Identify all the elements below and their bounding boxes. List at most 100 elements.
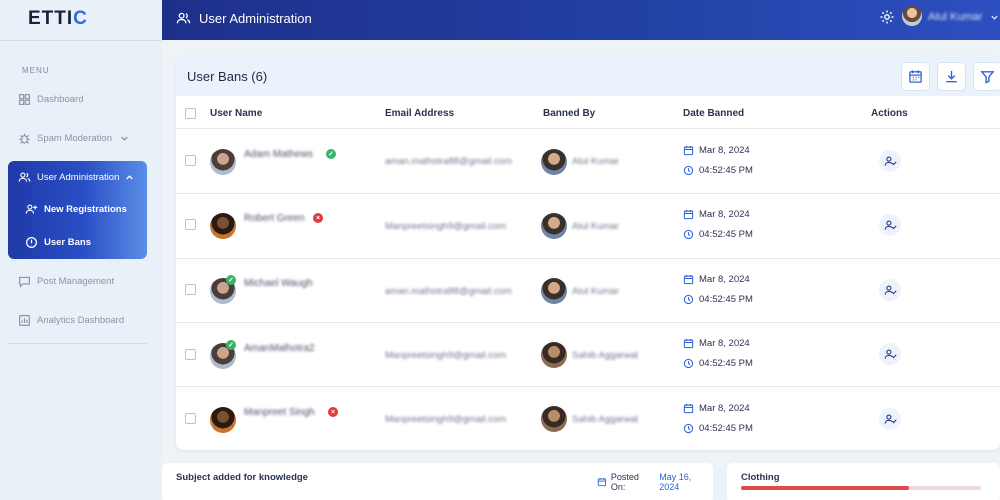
alert-circle-icon <box>25 236 38 249</box>
user-check-icon <box>884 348 897 359</box>
category-progress-bar <box>741 486 981 490</box>
calendar-icon <box>597 477 607 487</box>
category-progress-fill <box>741 486 909 490</box>
date-banned: Mar 8, 2024 <box>683 338 750 349</box>
filter-icon <box>980 71 995 84</box>
unban-user-button[interactable] <box>879 408 901 430</box>
date-banned: Mar 8, 2024 <box>683 274 750 285</box>
date-text: Mar 8, 2024 <box>699 274 750 285</box>
unban-user-button[interactable] <box>879 150 901 172</box>
sidebar-item-label: Post Management <box>37 276 115 287</box>
user-name: Manpreet Singh <box>244 407 315 418</box>
verified-icon: ✓ <box>226 340 236 350</box>
avatar <box>541 406 567 432</box>
avatar <box>541 342 567 368</box>
sidebar-item-spam-moderation[interactable]: Spam Moderation <box>18 132 129 145</box>
sidebar-item-user-bans[interactable]: User Bans <box>25 236 91 249</box>
time-text: 04:52:45 PM <box>699 294 753 305</box>
divider <box>8 343 147 344</box>
time-text: 04:52:45 PM <box>699 229 753 240</box>
top-header: User Administration Atul Kumar <box>162 0 1000 40</box>
divider <box>176 193 1000 194</box>
date-text: Mar 8, 2024 <box>699 403 750 414</box>
filter-button[interactable] <box>973 62 1000 91</box>
user-check-icon <box>884 219 897 230</box>
sidebar-item-label: Spam Moderation <box>37 133 112 144</box>
unban-user-button[interactable] <box>879 343 901 365</box>
sidebar-item-label: User Administration <box>37 172 120 183</box>
download-button[interactable] <box>937 62 966 91</box>
banned-by-name: Atul Kumar <box>572 286 619 297</box>
divider <box>176 258 1000 259</box>
verified-icon: ✓ <box>226 275 236 285</box>
calendar-button[interactable] <box>901 62 930 91</box>
column-header-banned-by[interactable]: Banned By <box>543 108 595 119</box>
gear-icon[interactable] <box>879 9 895 25</box>
divider <box>176 386 1000 387</box>
row-checkbox[interactable] <box>185 284 196 295</box>
time-banned: 04:52:45 PM <box>683 423 753 434</box>
email-address: Manpreetsingh9@gmail.com <box>385 350 507 361</box>
row-checkbox[interactable] <box>185 155 196 166</box>
column-header-user-name[interactable]: User Name <box>210 108 262 119</box>
sidebar-item-new-registrations[interactable]: New Registrations <box>25 203 127 216</box>
date-banned: Mar 8, 2024 <box>683 209 750 220</box>
unban-user-button[interactable] <box>879 214 901 236</box>
time-banned: 04:52:45 PM <box>683 229 753 240</box>
chevron-up-icon <box>126 175 134 180</box>
knowledge-post-card[interactable]: Subject added for knowledge Posted On: M… <box>162 463 713 500</box>
user-bans-panel: User Bans (6) User Name Email Address Ba… <box>176 56 1000 450</box>
sidebar-item-dashboard[interactable]: Dashboard <box>18 93 83 106</box>
date-banned: Mar 8, 2024 <box>683 145 750 156</box>
column-header-email[interactable]: Email Address <box>385 108 454 119</box>
unban-user-button[interactable] <box>879 279 901 301</box>
sidebar-item-analytics-dashboard[interactable]: Analytics Dashboard <box>18 314 124 327</box>
panel-title: User Bans (6) <box>187 69 268 84</box>
avatar <box>210 407 236 433</box>
banned-by-name: Atul Kumar <box>572 156 619 167</box>
banned-by-name: Atul Kumar <box>572 221 619 232</box>
download-icon <box>946 70 957 83</box>
clock-icon <box>683 229 694 240</box>
sidebar-group-user-administration: User Administration New Registrations Us… <box>8 161 147 259</box>
banned-icon: × <box>328 407 338 417</box>
page-title: User Administration <box>176 11 312 26</box>
avatar[interactable] <box>902 6 922 26</box>
app-logo[interactable]: ETTIC <box>28 8 88 30</box>
user-name[interactable]: Atul Kumar <box>928 11 982 23</box>
menu-title: MENU <box>22 66 50 75</box>
panel-header: User Bans (6) <box>176 56 1000 96</box>
row-checkbox[interactable] <box>185 219 196 230</box>
sidebar-item-user-administration[interactable]: User Administration <box>18 171 134 184</box>
divider <box>176 128 1000 129</box>
row-checkbox[interactable] <box>185 413 196 424</box>
banned-by-name: Sahib Aggarwal <box>572 414 639 425</box>
clock-icon <box>683 423 694 434</box>
column-header-date-banned[interactable]: Date Banned <box>683 108 744 119</box>
avatar <box>210 213 236 239</box>
avatar <box>541 213 567 239</box>
time-banned: 04:52:45 PM <box>683 358 753 369</box>
row-checkbox[interactable] <box>185 349 196 360</box>
email-address: Manpreetsingh9@gmail.com <box>385 414 507 425</box>
chevron-down-icon[interactable] <box>990 13 999 22</box>
category-card[interactable]: Clothing <box>727 463 1000 500</box>
sidebar-item-post-management[interactable]: Post Management <box>18 275 114 288</box>
calendar-icon <box>683 146 694 156</box>
page-title-text: User Administration <box>199 11 312 26</box>
user-plus-icon <box>25 204 38 214</box>
verified-icon: ✓ <box>326 149 336 159</box>
calendar-icon <box>683 339 694 349</box>
clock-icon <box>683 165 694 176</box>
user-name: Adam Mathews <box>244 149 313 160</box>
column-header-actions: Actions <box>871 108 908 119</box>
avatar <box>541 149 567 175</box>
time-text: 04:52:45 PM <box>699 165 753 176</box>
posted-date: May 16, 2024 <box>659 472 692 492</box>
user-check-icon <box>884 413 897 424</box>
select-all-checkbox[interactable] <box>185 108 196 119</box>
clock-icon <box>683 358 694 369</box>
user-name: Robert Green <box>244 213 305 224</box>
banned-by-name: Sahib Aggarwal <box>572 350 639 361</box>
email-address: aman.malhotra88@gmail.com <box>385 286 512 297</box>
